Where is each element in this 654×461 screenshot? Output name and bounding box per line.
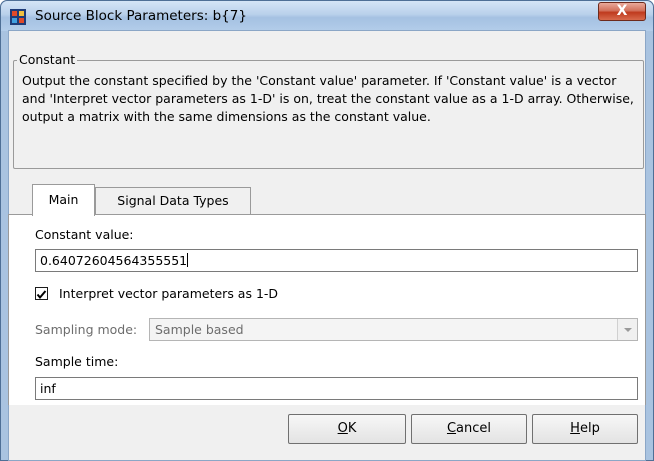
checkmark-icon	[36, 290, 47, 300]
sample-time-text: inf	[40, 381, 56, 396]
ok-mnemonic: O	[337, 421, 348, 436]
simulink-app-icon	[10, 9, 26, 25]
sample-time-input[interactable]: inf	[35, 377, 638, 400]
interpret-vector-checkbox[interactable]	[35, 287, 48, 300]
tab-main[interactable]: Main	[32, 184, 95, 216]
dropdown-arrow[interactable]	[617, 319, 637, 340]
sampling-mode-label: Sampling mode:	[35, 322, 138, 337]
ok-button[interactable]: OK	[288, 414, 406, 444]
ok-label-rest: K	[347, 421, 357, 436]
tab-signal-data-types[interactable]: Signal Data Types	[95, 187, 251, 214]
chevron-down-icon	[624, 328, 632, 332]
help-label-rest: elp	[579, 421, 600, 436]
help-button[interactable]: Help	[532, 414, 638, 444]
constant-value-text: 0.64072604564355551	[40, 253, 188, 268]
interpret-vector-label[interactable]: Interpret vector parameters as 1-D	[59, 286, 278, 301]
help-mnemonic: H	[570, 421, 580, 436]
block-description: Output the constant specified by the 'Co…	[22, 73, 634, 124]
groupbox-label: Constant	[17, 52, 78, 67]
cancel-mnemonic: C	[446, 421, 457, 436]
cancel-button[interactable]: Cancel	[411, 414, 527, 444]
text-caret	[187, 253, 189, 267]
constant-value-label: Constant value:	[35, 227, 134, 242]
window-title: Source Block Parameters: b{7}	[35, 8, 247, 24]
sampling-mode-value: Sample based	[155, 322, 244, 337]
close-icon: X	[616, 3, 628, 19]
sample-time-label: Sample time:	[35, 354, 119, 369]
close-button[interactable]: X	[598, 2, 646, 21]
title-bar[interactable]: Source Block Parameters: b{7} X	[1, 1, 653, 31]
constant-value-input[interactable]: 0.64072604564355551	[35, 249, 638, 272]
cancel-label-rest: ancel	[456, 421, 492, 436]
sampling-mode-select[interactable]: Sample based	[149, 318, 638, 341]
